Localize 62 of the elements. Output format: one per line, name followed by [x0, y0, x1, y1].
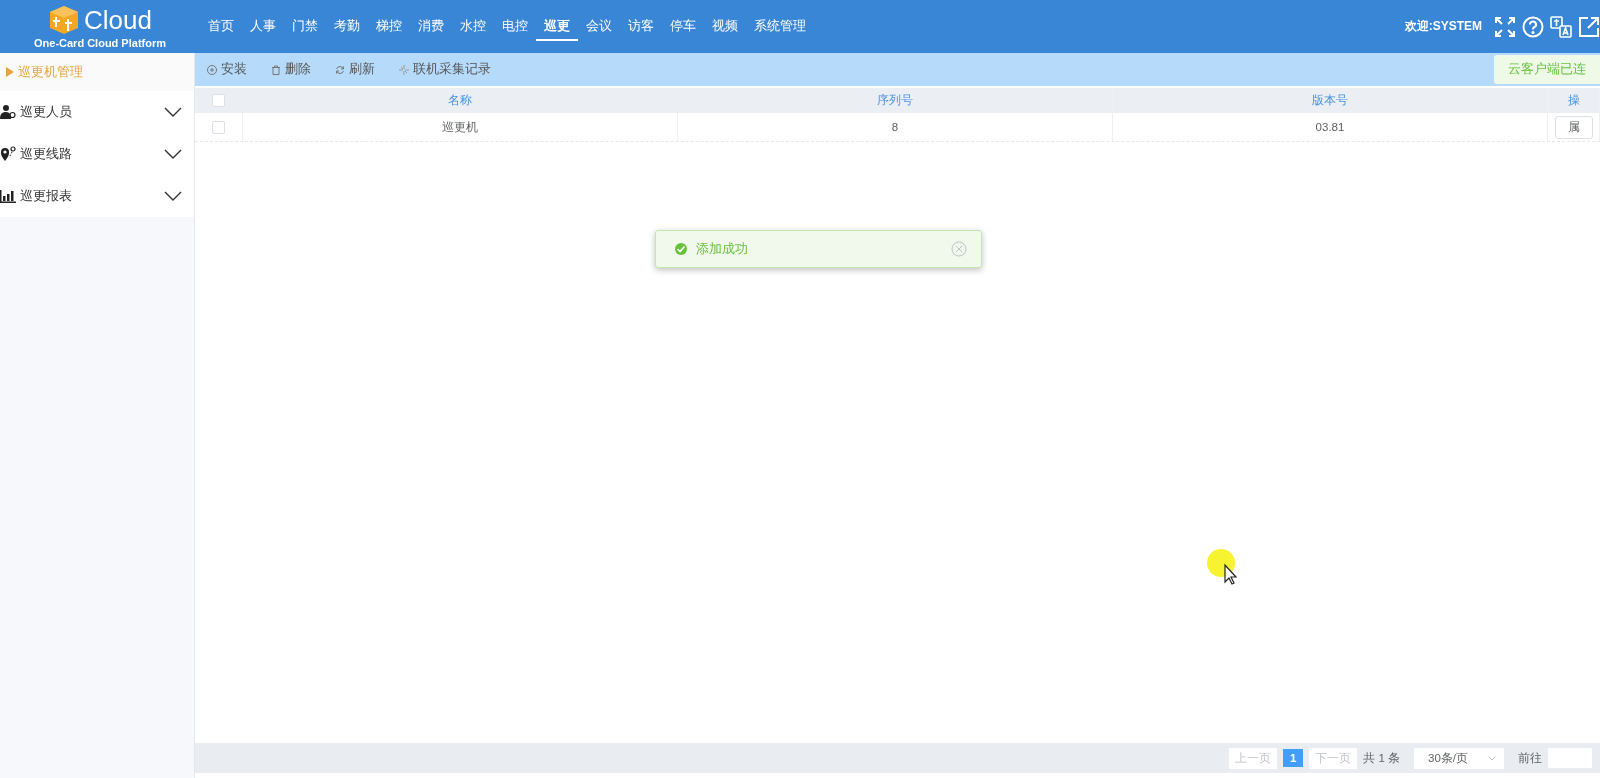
triangle-right-icon: [6, 67, 14, 77]
sidebar-label: 巡更机管理: [18, 63, 84, 81]
nav-tab[interactable]: 停车: [662, 12, 704, 41]
chevron-down-icon: [1488, 755, 1496, 761]
table-cell: 8: [678, 113, 1113, 141]
logo-subtitle: One-Card Cloud Platform: [34, 36, 166, 49]
toast-text: 添加成功: [696, 240, 749, 258]
refresh-icon: [335, 64, 345, 75]
toolbar-button[interactable]: 联机采集记录: [399, 61, 491, 78]
toolbar-button[interactable]: 刷新: [335, 61, 375, 78]
nav-tab[interactable]: 巡更: [536, 12, 578, 41]
row-checkbox[interactable]: [212, 120, 225, 134]
toolbar-button[interactable]: 删除: [271, 61, 311, 78]
person-icon: [0, 104, 16, 120]
nav-tab[interactable]: 消费: [410, 12, 452, 41]
page-number-button[interactable]: 1: [1283, 749, 1304, 767]
toolbar-button[interactable]: 安装: [207, 61, 247, 78]
total-count: 共 1 条: [1363, 750, 1400, 766]
nav-tab[interactable]: 门禁: [284, 12, 326, 41]
row-action-button[interactable]: 属: [1554, 115, 1593, 139]
help-icon[interactable]: [1522, 15, 1544, 38]
nav-tab[interactable]: 梯控: [368, 12, 410, 41]
column-header: 版本号: [1113, 88, 1548, 113]
nav-tab[interactable]: 水控: [452, 12, 494, 41]
external-link-icon[interactable]: [1578, 15, 1600, 38]
logo-text: Cloud: [84, 5, 152, 34]
column-header: 名称: [243, 88, 678, 113]
nav-tab[interactable]: 访客: [620, 12, 662, 41]
nav-tab[interactable]: 视频: [704, 12, 746, 41]
goto-label: 前往: [1518, 750, 1542, 766]
trash-icon: [271, 64, 281, 75]
nav-tab[interactable]: 电控: [494, 12, 536, 41]
chevron-down-icon: [164, 191, 182, 201]
table-cell: 03.81: [1113, 113, 1548, 141]
sidebar-label: 巡更人员: [20, 103, 73, 121]
status-badge: 云客户端已连: [1494, 55, 1600, 84]
nav-tab[interactable]: 考勤: [326, 12, 368, 41]
page-size-select[interactable]: 30条/页: [1414, 747, 1504, 769]
nav-tab[interactable]: 首页: [200, 12, 242, 41]
nav-tab[interactable]: 会议: [578, 12, 620, 41]
chevron-down-icon: [164, 149, 182, 159]
welcome-text: 欢迎:SYSTEM: [1404, 18, 1482, 35]
sidebar-group[interactable]: 巡更报表: [0, 175, 194, 217]
plus-circle-icon: [207, 64, 217, 75]
box-logo-icon: [48, 4, 81, 35]
chevron-down-icon: [164, 107, 182, 117]
sidebar-label: 巡更线路: [20, 145, 73, 163]
table-cell: 巡更机: [243, 113, 678, 141]
fullscreen-icon[interactable]: [1494, 15, 1516, 38]
column-header: 操: [1548, 88, 1600, 113]
nav-tab[interactable]: 人事: [242, 12, 284, 41]
sidebar-group[interactable]: 巡更线路: [0, 133, 194, 175]
sidebar-label: 巡更报表: [20, 187, 73, 205]
route-pin-icon: [0, 146, 16, 162]
select-all-checkbox[interactable]: [212, 94, 225, 107]
column-header: 序列号: [678, 88, 1113, 113]
bar-chart-icon: [0, 188, 16, 204]
translate-icon[interactable]: [1550, 15, 1572, 38]
sparkle-icon: [399, 64, 409, 75]
check-circle-icon: [674, 242, 688, 256]
nav-tab[interactable]: 系统管理: [746, 12, 814, 41]
sidebar-group[interactable]: 巡更人员: [0, 91, 194, 133]
